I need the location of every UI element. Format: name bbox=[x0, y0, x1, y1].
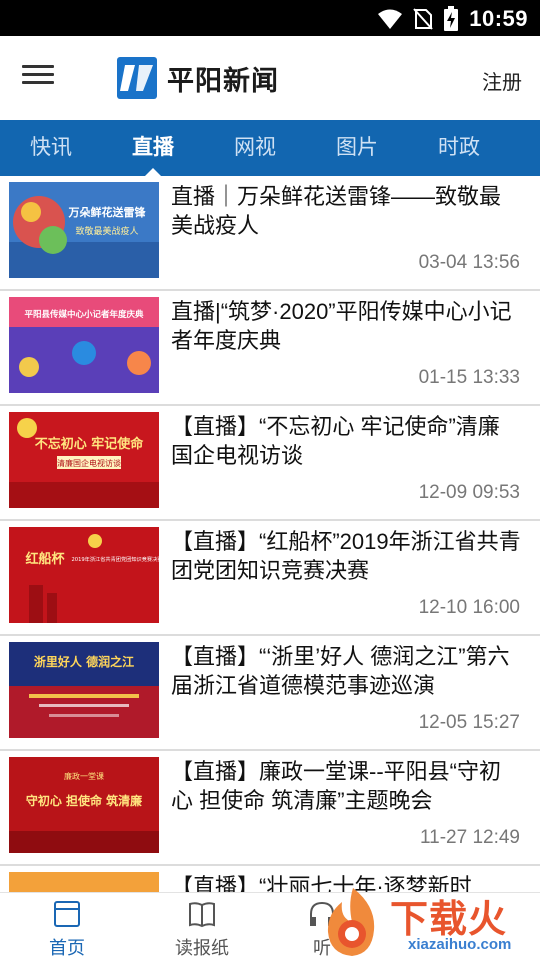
news-title: 【直播】廉政一堂课--平阳县“守初心 担使命 筑清廉”主题晚会 bbox=[171, 759, 501, 813]
tab-label: 网视 bbox=[234, 136, 276, 159]
watermark-url: xiazaihuo.com bbox=[408, 936, 512, 953]
book-icon bbox=[189, 902, 215, 928]
news-date: 01-15 13:33 bbox=[418, 367, 520, 388]
nav-home[interactable]: 首页 bbox=[17, 893, 117, 960]
thumbnail-text: 万朵鲜花送雷锋 bbox=[68, 205, 147, 219]
news-thumbnail: 浙里好人 德润之江 bbox=[9, 642, 159, 738]
news-thumbnail: 平阳县传媒中心小记者年度庆典 bbox=[9, 297, 159, 393]
nav-read-newspaper[interactable]: 读报纸 bbox=[152, 893, 252, 960]
app-logo: 平阳新闻 bbox=[117, 56, 279, 100]
tab-kuaixun[interactable]: 快讯 bbox=[0, 120, 102, 176]
category-tabs: 快讯 直播 网视 图片 时政 bbox=[0, 120, 540, 176]
thumbnail-subtext: 致敬最美战疫人 bbox=[75, 225, 138, 237]
thumbnail-subtext: 2019年浙江省共青团党团知识竞赛决赛 bbox=[71, 555, 159, 563]
status-time: 10:59 bbox=[469, 6, 528, 31]
news-thumbnail: 廉政一堂课 守初心 担使命 筑清廉 bbox=[9, 757, 159, 853]
thumbnail-text: 不忘初心 牢记使命 bbox=[35, 436, 145, 452]
watermark: 下载火 xiazaihuo.com bbox=[318, 884, 540, 960]
thumbnail-text: 守初心 担使命 筑清廉 bbox=[26, 793, 142, 808]
tab-zhibo[interactable]: 直播 bbox=[102, 120, 204, 176]
status-bar: 10:59 bbox=[0, 0, 540, 36]
news-title: 直播｜万朵鲜花送雷锋——致敬最美战疫人 bbox=[171, 184, 502, 238]
thumbnail-subtext: 清廉国企电视访谈 bbox=[57, 458, 121, 468]
active-tab-indicator bbox=[145, 168, 161, 176]
nav-label: 首页 bbox=[49, 938, 85, 958]
news-item[interactable]: 万朵鲜花送雷锋 致敬最美战疫人 直播｜万朵鲜花送雷锋——致敬最美战疫人 03-0… bbox=[0, 176, 540, 291]
app-header: 平阳新闻 注册 bbox=[0, 36, 540, 120]
app-title: 平阳新闻 bbox=[167, 65, 279, 97]
news-date: 12-09 09:53 bbox=[418, 482, 520, 503]
news-item[interactable]: 平阳县传媒中心小记者年度庆典 直播|“筑梦·2020”平阳传媒中心小记者年度庆典… bbox=[0, 291, 540, 406]
news-item[interactable]: 浙里好人 德润之江 【直播】“‘浙里’好人 德润之江”第六届浙江省道德模范事迹巡… bbox=[0, 636, 540, 751]
news-title: 直播|“筑梦·2020”平阳传媒中心小记者年度庆典 bbox=[171, 299, 512, 353]
news-title: 【直播】“不忘初心 牢记使命”清廉国企电视访谈 bbox=[171, 414, 500, 468]
tab-label: 直播 bbox=[132, 136, 174, 159]
news-list: 万朵鲜花送雷锋 致敬最美战疫人 直播｜万朵鲜花送雷锋——致敬最美战疫人 03-0… bbox=[0, 176, 540, 892]
wifi-icon bbox=[378, 9, 403, 29]
news-title: 【直播】“红船杯”2019年浙江省共青团党团知识竞赛决赛 bbox=[171, 529, 521, 583]
tab-label: 时政 bbox=[438, 136, 480, 159]
logo-icon bbox=[117, 57, 157, 99]
tab-tupian[interactable]: 图片 bbox=[306, 120, 408, 176]
news-title: 【直播】“‘浙里’好人 德润之江”第六届浙江省道德模范事迹巡演 bbox=[171, 644, 510, 698]
thumbnail-subtext: 廉政一堂课 bbox=[64, 771, 104, 781]
news-thumbnail: 不忘初心 牢记使命 清廉国企电视访谈 bbox=[9, 412, 159, 508]
news-item[interactable]: 不忘初心 牢记使命 清廉国企电视访谈 【直播】“不忘初心 牢记使命”清廉国企电视… bbox=[0, 406, 540, 521]
menu-icon-line bbox=[22, 65, 54, 68]
tab-label: 图片 bbox=[336, 136, 378, 159]
menu-icon-line bbox=[22, 73, 54, 76]
news-date: 11-27 12:49 bbox=[419, 827, 520, 848]
watermark-text: 下载火 bbox=[390, 899, 508, 941]
news-item[interactable]: 廉政一堂课 守初心 担使命 筑清廉 【直播】廉政一堂课--平阳县“守初心 担使命… bbox=[0, 751, 540, 866]
tab-label: 快讯 bbox=[30, 136, 72, 159]
thumbnail-text: 浙里好人 德润之江 bbox=[34, 654, 134, 669]
register-link[interactable]: 注册 bbox=[482, 66, 522, 95]
thumbnail-text: 平阳县传媒中心小记者年度庆典 bbox=[24, 309, 144, 320]
no-sim-icon bbox=[413, 8, 433, 30]
menu-icon-line bbox=[22, 81, 54, 84]
news-item[interactable]: 红船杯 2019年浙江省共青团党团知识竞赛决赛 【直播】“红船杯”2019年浙江… bbox=[0, 521, 540, 636]
home-icon bbox=[54, 901, 80, 927]
thumbnail-text: 红船杯 bbox=[25, 551, 65, 567]
status-icons: 10:59 bbox=[377, 6, 528, 32]
news-thumbnail bbox=[9, 872, 159, 892]
news-date: 03-04 13:56 bbox=[418, 252, 520, 273]
tab-wangshi[interactable]: 网视 bbox=[204, 120, 306, 176]
news-thumbnail: 万朵鲜花送雷锋 致敬最美战疫人 bbox=[9, 182, 159, 278]
menu-button[interactable] bbox=[20, 60, 56, 96]
tab-shizheng[interactable]: 时政 bbox=[408, 120, 510, 176]
news-date: 12-10 16:00 bbox=[418, 597, 520, 618]
news-thumbnail: 红船杯 2019年浙江省共青团党团知识竞赛决赛 bbox=[9, 527, 159, 623]
news-date: 12-05 15:27 bbox=[418, 712, 520, 733]
flame-logo-icon bbox=[327, 888, 375, 956]
nav-label: 读报纸 bbox=[175, 938, 229, 958]
battery-charging-icon bbox=[444, 6, 459, 31]
